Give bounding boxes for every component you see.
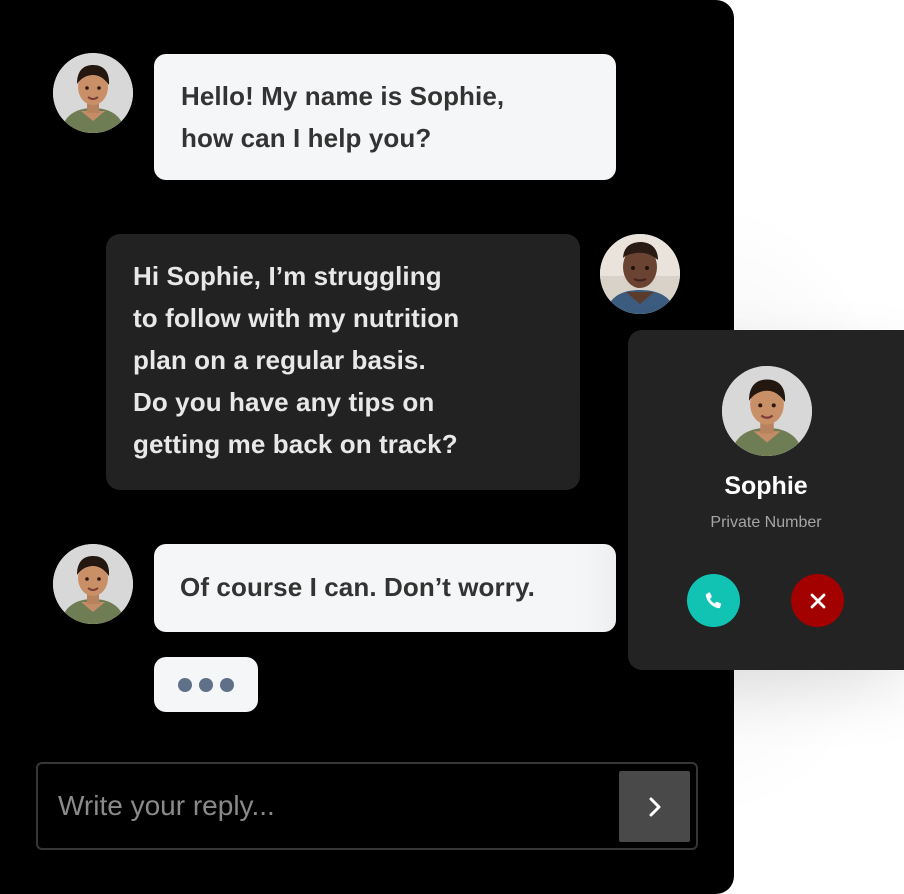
caller-subtitle: Private Number [710,514,822,531]
reply-composer [36,762,698,850]
chat-panel: Hello! My name is Sophie, how can I help… [0,0,734,894]
caller-avatar-image [722,366,812,456]
sophie-reply-message: Of course I can. Don’t worry. [154,544,616,632]
message-line: Do you have any tips on [133,387,435,417]
sophie-avatar [53,53,133,133]
phone-icon [705,591,721,608]
message-line: plan on a regular basis. [133,345,426,375]
sophie-avatar [53,544,133,624]
sophie-avatar-image [53,544,133,624]
close-icon [810,593,825,608]
chat-screen: Hello! My name is Sophie, how can I help… [0,0,904,894]
message-line: getting me back on track? [133,429,458,459]
send-button[interactable] [619,771,690,842]
message-line: Of course I can. Don’t worry. [180,572,535,602]
caller-avatar [722,366,812,456]
user-question-message: Hi Sophie, I’m struggling to follow with… [106,234,580,490]
incoming-call-card: Sophie Private Number [628,330,904,670]
accept-call-button[interactable] [687,574,740,627]
decline-call-button[interactable] [791,574,844,627]
reply-input[interactable] [40,766,610,845]
chevron-right-icon [649,797,660,816]
message-line: how can I help you? [181,123,432,153]
user-avatar [600,234,680,314]
message-line: Hi Sophie, I’m struggling [133,261,442,291]
typing-dot [199,677,213,692]
typing-dot [220,677,234,692]
sophie-avatar-image [53,53,133,133]
typing-dot [178,677,192,692]
user-avatar-image [600,234,680,314]
message-line: to follow with my nutrition [133,303,460,333]
caller-name: Sophie [724,472,808,500]
typing-indicator [154,657,258,712]
message-line: Hello! My name is Sophie, [181,81,505,111]
sophie-greeting-message: Hello! My name is Sophie, how can I help… [154,54,616,180]
